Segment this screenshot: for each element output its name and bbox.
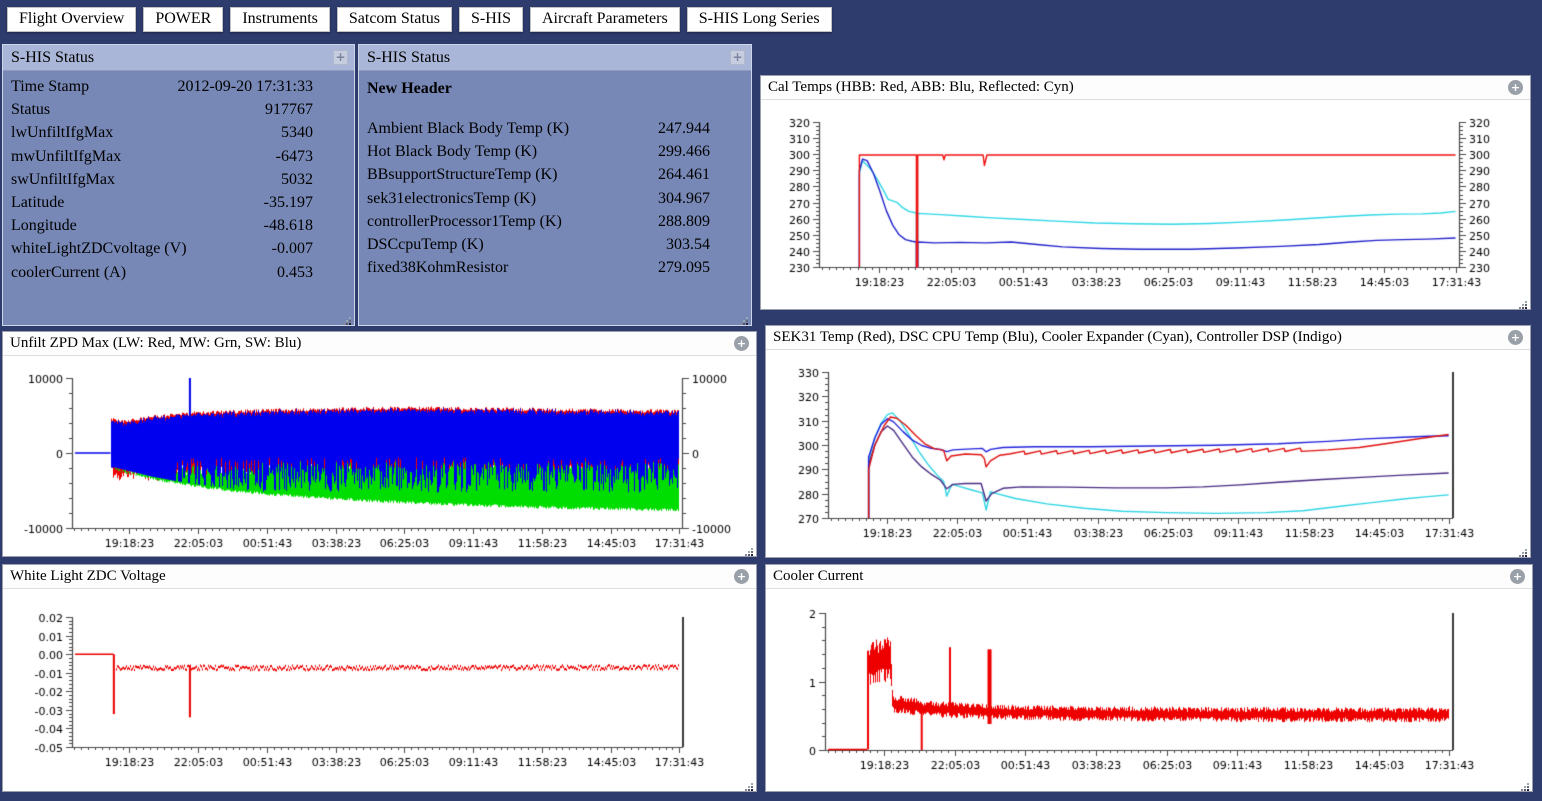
status-value: 247.944 [658, 117, 710, 140]
status-value: -6473 [276, 145, 313, 168]
status-value: -35.197 [264, 191, 313, 214]
status-value: 2012-09-20 17:31:33 [177, 75, 313, 98]
chart-title: Cal Temps (HBB: Red, ABB: Blu, Reflected… [768, 79, 1074, 96]
status-value: 304.967 [658, 187, 710, 210]
panel-title: S-HIS Status [11, 49, 94, 67]
panel-header: Cooler Current + [766, 565, 1532, 589]
panel-header: SEK31 Temp (Red), DSC CPU Temp (Blu), Co… [766, 326, 1530, 350]
status-row: mwUnfiltIfgMax -6473 [3, 145, 354, 168]
resize-grip[interactable] [1518, 297, 1528, 307]
status-row: sek31electronicsTemp (K) 304.967 [359, 187, 751, 210]
cal-temps-panel: Cal Temps (HBB: Red, ABB: Blu, Reflected… [760, 75, 1531, 310]
sek31-temps-panel: SEK31 Temp (Red), DSC CPU Temp (Blu), Co… [765, 325, 1531, 558]
status-table: Time Stamp 2012-09-20 17:31:33 Status 91776… [3, 71, 354, 284]
tab-instruments[interactable]: Instruments [230, 7, 330, 32]
expand-icon[interactable]: + [734, 336, 749, 351]
maximize-icon[interactable]: + [333, 50, 348, 65]
status-row: lwUnfiltIfgMax 5340 [3, 121, 354, 144]
status-row: whiteLightZDCvoltage (V) -0.007 [3, 237, 354, 260]
status-value: -0.007 [272, 237, 313, 260]
status-value: 288.809 [658, 210, 710, 233]
status-value: 5340 [281, 121, 313, 144]
status-label: Status [11, 98, 50, 121]
cooler-current-panel: Cooler Current + [765, 564, 1533, 792]
status-row: controllerProcessor1Temp (K) 288.809 [359, 210, 751, 233]
resize-grip[interactable] [1520, 779, 1530, 789]
status-row: Hot Black Body Temp (K) 299.466 [359, 140, 751, 163]
panel-header: Cal Temps (HBB: Red, ABB: Blu, Reflected… [761, 76, 1530, 100]
tab-satcom-status[interactable]: Satcom Status [337, 7, 452, 32]
chart-title: SEK31 Temp (Red), DSC CPU Temp (Blu), Co… [773, 329, 1342, 346]
status-value: 299.466 [658, 140, 710, 163]
status-row: Longitude -48.618 [3, 214, 354, 237]
expand-icon[interactable]: + [734, 569, 749, 584]
white-light-zdc-plot [3, 589, 756, 791]
status-label: sek31electronicsTemp (K) [367, 187, 536, 210]
status-label: lwUnfiltIfgMax [11, 121, 113, 144]
status-row: Status 917767 [3, 98, 354, 121]
status-value: 0.453 [277, 261, 313, 284]
tab-bar: Flight Overview POWER Instruments Satcom St… [7, 7, 832, 32]
status-label: fixed38KohmResistor [367, 256, 508, 279]
tab-s-his-long-series[interactable]: S-HIS Long Series [687, 7, 832, 32]
status-label: Longitude [11, 214, 77, 237]
chart-title: Unfilt ZPD Max (LW: Red, MW: Grn, SW: Bl… [10, 335, 301, 352]
expand-icon[interactable]: + [1508, 330, 1523, 345]
status-row: BBsupportStructureTemp (K) 264.461 [359, 163, 751, 186]
status-label: Hot Black Body Temp (K) [367, 140, 537, 163]
status-row: DSCcpuTemp (K) 303.54 [359, 233, 751, 256]
panel-header: White Light ZDC Voltage + [3, 565, 756, 589]
status-value: 5032 [281, 168, 313, 191]
tab-s-his[interactable]: S-HIS [459, 7, 523, 32]
status-value: -48.618 [264, 214, 313, 237]
chart-title: White Light ZDC Voltage [10, 568, 166, 585]
panel-header: Unfilt ZPD Max (LW: Red, MW: Grn, SW: Bl… [3, 332, 756, 356]
resize-grip[interactable] [739, 313, 749, 323]
cooler-current-plot [766, 589, 1532, 791]
resize-grip[interactable] [342, 313, 352, 323]
status-label: swUnfiltIfgMax [11, 168, 115, 191]
status-label: controllerProcessor1Temp (K) [367, 210, 562, 233]
resize-grip[interactable] [744, 779, 754, 789]
maximize-icon[interactable]: + [730, 50, 745, 65]
expand-icon[interactable]: + [1508, 80, 1523, 95]
status-label: Ambient Black Body Temp (K) [367, 117, 569, 140]
sek31-temps-plot [766, 350, 1530, 557]
shis-status-panel-2: S-HIS Status + New Header Ambient Black … [358, 44, 752, 326]
resize-grip[interactable] [744, 544, 754, 554]
status-label: mwUnfiltIfgMax [11, 145, 121, 168]
chart-title: Cooler Current [773, 568, 863, 585]
status-label: BBsupportStructureTemp (K) [367, 163, 557, 186]
shis-status-panel: S-HIS Status + Time Stamp 2012-09-20 17:3… [2, 44, 355, 326]
status-row: Time Stamp 2012-09-20 17:31:33 [3, 75, 354, 98]
panel-title: S-HIS Status [367, 49, 450, 67]
status-row: fixed38KohmResistor 279.095 [359, 256, 751, 279]
status-value: 303.54 [666, 233, 710, 256]
tab-aircraft-parameters[interactable]: Aircraft Parameters [530, 7, 680, 32]
status-value: 917767 [265, 98, 313, 121]
resize-grip[interactable] [1518, 545, 1528, 555]
panel-header: S-HIS Status + [3, 45, 354, 71]
status-row: coolerCurrent (A) 0.453 [3, 261, 354, 284]
unfilt-zpd-max-panel: Unfilt ZPD Max (LW: Red, MW: Grn, SW: Bl… [2, 331, 757, 557]
tab-power[interactable]: POWER [143, 7, 223, 32]
white-light-zdc-panel: White Light ZDC Voltage + [2, 564, 757, 792]
status-label: whiteLightZDCvoltage (V) [11, 237, 187, 260]
status-label: DSCcpuTemp (K) [367, 233, 484, 256]
status-label: Time Stamp [11, 75, 89, 98]
section-header: New Header [359, 75, 751, 117]
panel-header: S-HIS Status + [359, 45, 751, 71]
status-table: Ambient Black Body Temp (K)247.944Hot Bl… [359, 117, 751, 279]
status-label: coolerCurrent (A) [11, 261, 126, 284]
status-row: swUnfiltIfgMax 5032 [3, 168, 354, 191]
expand-icon[interactable]: + [1510, 569, 1525, 584]
tab-flight-overview[interactable]: Flight Overview [7, 7, 136, 32]
status-value: 279.095 [658, 256, 710, 279]
unfilt-zpd-max-plot [3, 356, 756, 556]
status-label: Latitude [11, 191, 64, 214]
cal-temps-plot [761, 100, 1530, 309]
status-row: Ambient Black Body Temp (K) 247.944 [359, 117, 751, 140]
status-row: Latitude -35.197 [3, 191, 354, 214]
status-value: 264.461 [658, 163, 710, 186]
